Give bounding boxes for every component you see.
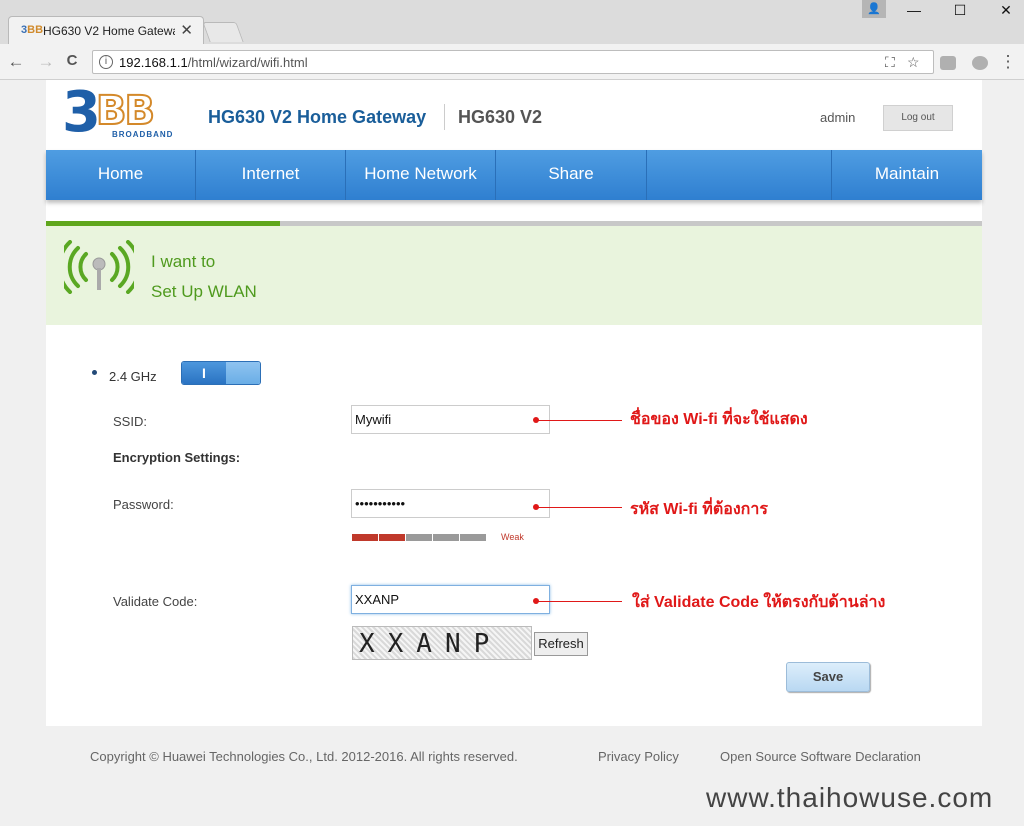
main-nav: Home Internet Home Network Share Maintai… bbox=[46, 150, 982, 200]
tab-close-icon[interactable]: ✕ bbox=[180, 21, 193, 39]
toggle-on-label: I bbox=[182, 362, 226, 384]
logo-3bb: 3 BB BROADBAND bbox=[62, 80, 174, 145]
strength-segment bbox=[460, 534, 486, 541]
translate-icon[interactable]: ⛶ bbox=[885, 54, 895, 71]
tab-title: HG630 V2 Home Gateway bbox=[43, 24, 175, 38]
browser-tab[interactable]: 3BB HG630 V2 Home Gateway ✕ bbox=[8, 16, 204, 44]
address-bar[interactable]: i 192.168.1.1/html/wizard/wifi.html ⛶ ☆ bbox=[92, 50, 934, 74]
forward-icon[interactable]: → bbox=[36, 52, 56, 72]
annotation-line-validate bbox=[536, 601, 622, 602]
profile-icon[interactable]: 👤 bbox=[862, 0, 886, 18]
password-strength-label: Weak bbox=[501, 532, 524, 542]
wifi-icon bbox=[64, 240, 134, 294]
router-page: 3 BB BROADBAND HG630 V2 Home Gateway HG6… bbox=[46, 80, 982, 726]
close-window-button[interactable]: ✕ bbox=[996, 2, 1016, 19]
band-bullet bbox=[92, 370, 97, 375]
annotation-password: รหัส Wi-fi ที่ต้องการ bbox=[630, 501, 768, 518]
info-icon[interactable]: i bbox=[99, 55, 113, 69]
password-label: Password: bbox=[113, 497, 174, 512]
menu-icon[interactable]: ⋮ bbox=[998, 52, 1018, 72]
ssid-label: SSID: bbox=[113, 414, 147, 429]
browser-tabbar: 3BB HG630 V2 Home Gateway ✕ 👤 — ☐ ✕ bbox=[0, 0, 1024, 44]
logout-button[interactable]: Log out bbox=[883, 105, 953, 131]
annotation-line-password bbox=[536, 507, 622, 508]
open-source-link[interactable]: Open Source Software Declaration bbox=[720, 749, 921, 764]
username-label: admin bbox=[820, 110, 856, 125]
strength-segment bbox=[406, 534, 432, 541]
wizard-banner: I want to Set Up WLAN bbox=[46, 226, 982, 325]
annotation-validate: ใส่ Validate Code ให้ตรงกับด้านล่าง bbox=[632, 594, 886, 611]
strength-segment bbox=[433, 534, 459, 541]
save-button[interactable]: Save bbox=[786, 662, 870, 692]
browser-toolbar: ← → C i 192.168.1.1/html/wizard/wifi.htm… bbox=[0, 44, 1024, 80]
maximize-button[interactable]: ☐ bbox=[950, 2, 970, 19]
title-divider bbox=[444, 104, 445, 130]
captcha-image: XXANP bbox=[352, 626, 532, 660]
extension-drive-icon[interactable] bbox=[940, 56, 956, 70]
strength-segment bbox=[352, 534, 378, 541]
nav-maintain[interactable]: Maintain bbox=[832, 150, 982, 200]
model-name: HG630 V2 bbox=[458, 107, 543, 127]
reload-icon[interactable]: C bbox=[62, 52, 82, 69]
nav-share[interactable]: Share bbox=[496, 150, 647, 200]
back-icon[interactable]: ← bbox=[6, 52, 26, 72]
nav-blank bbox=[647, 150, 832, 200]
nav-home[interactable]: Home bbox=[46, 150, 196, 200]
minimize-button[interactable]: — bbox=[904, 2, 924, 18]
nav-home-network[interactable]: Home Network bbox=[346, 150, 496, 200]
toggle-knob[interactable] bbox=[226, 362, 260, 384]
tab-favicon-icon: 3BB bbox=[21, 24, 44, 36]
banner-line-1: I want to bbox=[151, 252, 216, 271]
band-label: 2.4 GHz bbox=[109, 369, 157, 384]
nav-internet[interactable]: Internet bbox=[196, 150, 346, 200]
encryption-heading: Encryption Settings: bbox=[113, 450, 241, 465]
validate-code-input[interactable] bbox=[351, 585, 550, 614]
annotation-line-ssid bbox=[536, 420, 622, 421]
validate-code-label: Validate Code: bbox=[113, 594, 198, 609]
privacy-policy-link[interactable]: Privacy Policy bbox=[598, 749, 679, 764]
refresh-captcha-button[interactable]: Refresh bbox=[534, 632, 588, 656]
banner-line-2: Set Up WLAN bbox=[151, 282, 257, 301]
star-icon[interactable]: ☆ bbox=[907, 54, 920, 71]
watermark: www.thaihowuse.com bbox=[706, 782, 994, 813]
band-toggle[interactable]: I bbox=[181, 361, 261, 385]
strength-segment bbox=[379, 534, 405, 541]
footer-copyright: Copyright © Huawei Technologies Co., Ltd… bbox=[90, 749, 518, 764]
url-text: 192.168.1.1/html/wizard/wifi.html bbox=[119, 55, 308, 70]
product-title: HG630 V2 Home Gateway bbox=[208, 107, 427, 127]
annotation-ssid: ชื่อของ Wi-fi ที่จะใช้แสดง bbox=[630, 411, 808, 428]
password-input[interactable] bbox=[351, 489, 550, 518]
extension-icon[interactable] bbox=[972, 56, 988, 70]
ssid-input[interactable] bbox=[351, 405, 550, 434]
captcha-text: XXANP bbox=[359, 629, 503, 659]
new-tab-button[interactable] bbox=[202, 22, 244, 42]
